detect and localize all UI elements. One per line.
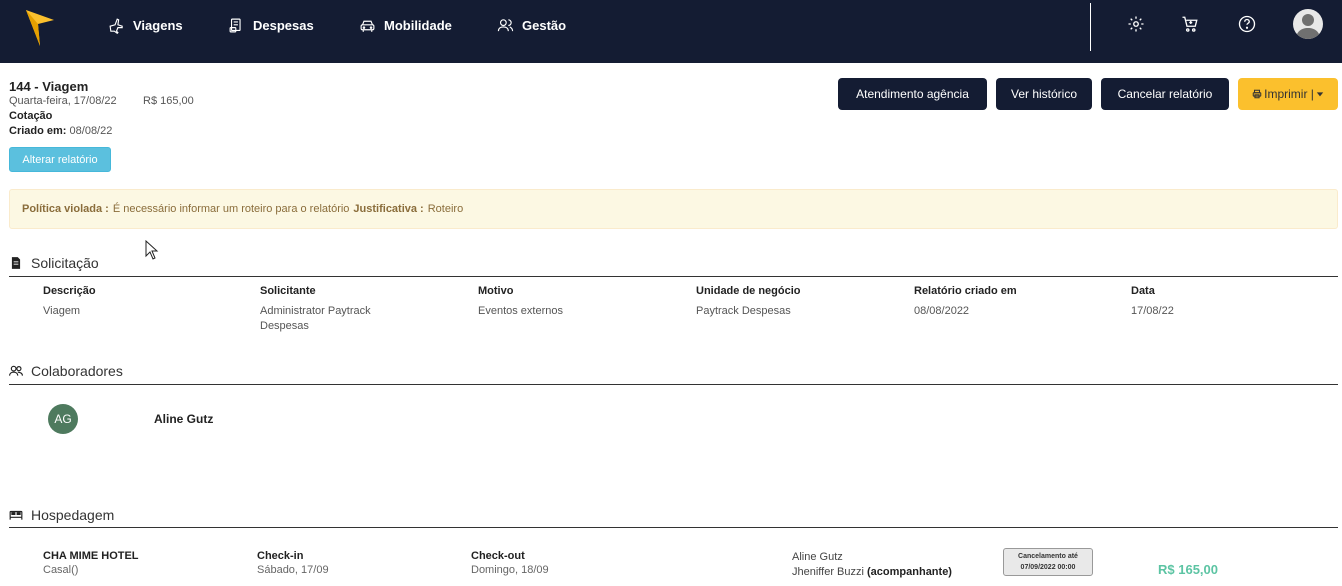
nav-divider: [1090, 3, 1091, 51]
guest-name: Aline Gutz: [792, 551, 843, 563]
user-avatar-icon: [1296, 14, 1320, 39]
guest-name: Jheniffer Buzzi: [792, 566, 864, 578]
field-header: Data: [1131, 285, 1155, 297]
bed-icon: [9, 510, 23, 520]
report-status: Cotação: [9, 110, 53, 122]
nav-item-mobilidade[interactable]: Mobilidade: [359, 16, 452, 34]
divider: [9, 276, 1338, 277]
policy-text: É necessário informar um roteiro para o …: [112, 203, 350, 215]
guest-role: (acompanhante): [867, 566, 952, 578]
hotel-name: CHA MIME HOTEL: [43, 550, 139, 562]
agency-service-button[interactable]: Atendimento agência: [838, 78, 987, 110]
alter-report-button[interactable]: Alterar relatório: [9, 147, 111, 172]
field-motivo: Motivo Eventos externos: [478, 285, 678, 319]
checkout-label: Check-out: [471, 550, 525, 562]
field-relatorio-criado: Relatório criado em 08/08/2022: [914, 285, 1114, 319]
checkout-info: Check-out Domingo, 18/09: [471, 550, 549, 576]
nav-item-gestao[interactable]: Gestão: [497, 16, 566, 34]
field-descricao: Descrição Viagem: [43, 285, 243, 319]
print-dropdown-button[interactable]: Imprimir |: [1238, 78, 1338, 110]
receipt-icon: [229, 18, 241, 32]
document-icon: [11, 257, 21, 269]
policy-alert: Política violada : É necessário informar…: [9, 189, 1338, 229]
field-data: Data 17/08/22: [1131, 285, 1281, 319]
divider: [9, 384, 1338, 385]
field-header: Unidade de negócio: [696, 285, 801, 297]
nav-label: Viagens: [133, 17, 183, 33]
checkin-value: Sábado, 17/09: [257, 564, 329, 576]
created-value: 08/08/22: [69, 125, 113, 137]
gear-icon: [1128, 16, 1144, 32]
paytrack-logo[interactable]: [26, 10, 54, 46]
user-avatar[interactable]: [1293, 9, 1323, 39]
nav-item-despesas[interactable]: Despesas: [228, 16, 314, 34]
report-amount: R$ 165,00: [143, 95, 194, 107]
cart-button[interactable]: [1181, 15, 1199, 33]
field-value: Eventos externos: [478, 305, 563, 317]
section-title: Hospedagem: [31, 507, 115, 523]
report-created: Criado em: 08/08/22: [9, 125, 112, 137]
checkin-label: Check-in: [257, 550, 304, 562]
help-icon: [1238, 15, 1256, 33]
field-header: Solicitante: [260, 285, 316, 297]
collaborator-avatar: AG: [48, 404, 78, 434]
field-value: Viagem: [43, 305, 81, 317]
collaborator-name: Aline Gutz: [154, 412, 214, 426]
field-value: Administrator Paytrack Despesas: [260, 305, 371, 332]
divider: [9, 527, 1338, 528]
hotel-price: R$ 165,00: [1158, 562, 1218, 577]
justification-text: Roteiro: [427, 203, 464, 215]
caret-down-icon: [1316, 92, 1324, 97]
plane-icon: [109, 17, 123, 34]
printer-icon: [1252, 89, 1262, 99]
field-value: 17/08/22: [1131, 305, 1174, 317]
mouse-cursor-icon: [145, 240, 159, 260]
guest-row: Jheniffer Buzzi (acompanhante): [792, 565, 952, 580]
policy-label: Política violada :: [22, 203, 109, 215]
nav-item-viagens[interactable]: Viagens: [108, 16, 183, 34]
field-header: Motivo: [478, 285, 514, 297]
field-value: 08/08/2022: [914, 305, 970, 317]
cancellation-date: 07/09/2022 00:00: [1020, 564, 1076, 571]
field-header: Descrição: [43, 285, 96, 297]
cart-icon: [1182, 16, 1198, 32]
room-type: Casal(): [43, 564, 79, 576]
section-title: Colaboradores: [31, 363, 123, 379]
field-solicitante: Solicitante Administrator Paytrack Despe…: [260, 285, 400, 334]
section-title: Solicitação: [31, 255, 99, 271]
car-icon: [360, 20, 375, 32]
guest-list: Aline Gutz Jheniffer Buzzi (acompanhante…: [792, 550, 952, 580]
report-title: 144 - Viagem: [9, 79, 89, 94]
cancellation-badge: Cancelamento até 07/09/2022 00:00: [1003, 548, 1093, 576]
field-header: Relatório criado em: [914, 285, 1017, 297]
hotel-info: CHA MIME HOTEL Casal(): [43, 550, 139, 576]
created-label: Criado em:: [9, 125, 67, 137]
help-button[interactable]: [1238, 15, 1256, 33]
nav-label: Gestão: [522, 17, 567, 33]
top-navbar: Viagens Despesas Mobilidade Gestão: [0, 0, 1342, 63]
checkout-value: Domingo, 18/09: [471, 564, 549, 576]
field-value: Paytrack Despesas: [696, 305, 791, 317]
section-hospedagem: Hospedagem: [9, 507, 114, 523]
print-label: Imprimir |: [1264, 87, 1314, 101]
settings-button[interactable]: [1127, 15, 1145, 33]
cancel-report-button[interactable]: Cancelar relatório: [1101, 78, 1229, 110]
checkin-info: Check-in Sábado, 17/09: [257, 550, 329, 576]
users-icon: [497, 18, 514, 31]
cancellation-label: Cancelamento até: [1018, 553, 1078, 560]
view-history-button[interactable]: Ver histórico: [996, 78, 1092, 110]
section-colaboradores: Colaboradores: [9, 363, 123, 379]
field-unidade: Unidade de negócio Paytrack Despesas: [696, 285, 896, 319]
section-solicitacao: Solicitação: [9, 255, 99, 271]
report-date: Quarta-feira, 17/08/22: [9, 95, 117, 107]
nav-label: Mobilidade: [384, 17, 452, 33]
users-icon: [9, 365, 23, 376]
nav-label: Despesas: [253, 17, 314, 33]
justification-label: Justificativa :: [353, 203, 424, 215]
